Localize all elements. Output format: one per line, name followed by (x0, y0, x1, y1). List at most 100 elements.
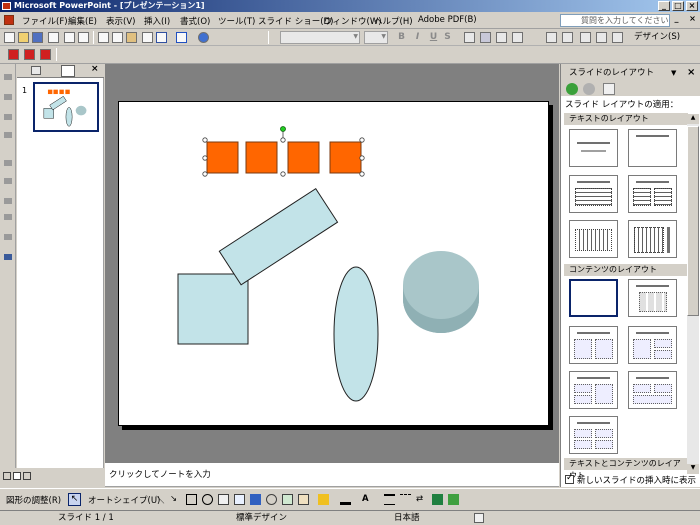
slideshow-icon[interactable] (23, 472, 31, 480)
print-preview-icon[interactable] (78, 32, 89, 43)
layout-vertical-title-text[interactable] (628, 220, 677, 258)
vertical-textbox-icon[interactable] (234, 494, 245, 505)
pdf-email-icon[interactable] (24, 49, 35, 60)
task-pane-scrollbar[interactable]: ▲ ▼ (687, 114, 699, 474)
ellipse[interactable] (333, 266, 379, 402)
layout-content-and-two-content[interactable] (628, 326, 677, 364)
menu-slideshow[interactable]: スライド ショー(D) (258, 15, 333, 27)
layout-blank[interactable] (569, 279, 618, 317)
pdf-convert-icon[interactable] (8, 49, 19, 60)
fill-color-icon[interactable] (318, 494, 329, 505)
new-icon[interactable] (4, 32, 15, 43)
orange-square-4[interactable] (329, 141, 362, 174)
menu-insert[interactable]: 挿入(I) (144, 15, 170, 27)
layout-title-two-content[interactable] (569, 326, 618, 364)
font-size-combo[interactable] (364, 31, 388, 44)
promote-icon[interactable] (4, 74, 12, 80)
show-formatting-icon[interactable] (4, 254, 12, 260)
chart-icon[interactable] (176, 32, 187, 43)
pdf-review-icon[interactable] (40, 49, 51, 60)
help-search-input[interactable]: 質問を入力してください (560, 14, 670, 27)
menu-file[interactable]: ファイル(F) (22, 15, 68, 27)
close-button[interactable]: × (686, 1, 698, 11)
orange-square-3[interactable] (287, 141, 320, 174)
checkbox-checked-icon[interactable] (565, 473, 574, 484)
decrease-font-icon[interactable] (596, 32, 607, 43)
forward-icon[interactable] (583, 83, 595, 95)
doc-close-button[interactable]: × (688, 14, 697, 24)
font-color-icon[interactable] (612, 32, 623, 43)
minimize-button[interactable]: _ (658, 1, 670, 11)
line-style-icon[interactable] (384, 494, 395, 505)
layout-two-column-text[interactable] (628, 175, 677, 213)
move-up-icon[interactable] (4, 114, 12, 120)
3d-style-icon[interactable] (448, 494, 459, 505)
slide-sorter-icon[interactable] (13, 472, 21, 480)
print-icon[interactable] (64, 32, 75, 43)
arrow-style-icon[interactable]: ⇄ (416, 494, 423, 504)
increase-font-icon[interactable] (580, 32, 591, 43)
document-icon[interactable] (4, 15, 14, 25)
numbering-icon[interactable] (546, 32, 557, 43)
collapse-all-icon[interactable] (4, 198, 12, 204)
arrow-icon[interactable]: ↘ (170, 494, 177, 504)
layout-title-only[interactable] (628, 129, 677, 167)
task-pane-close-icon[interactable]: × (687, 64, 695, 82)
align-center-icon[interactable] (480, 32, 491, 43)
back-icon[interactable] (566, 83, 578, 95)
justify-icon[interactable] (512, 32, 523, 43)
task-pane-dropdown-icon[interactable]: ▼ (671, 64, 676, 82)
summary-slide-icon[interactable] (4, 234, 12, 240)
move-down-icon[interactable] (4, 132, 12, 138)
help-icon[interactable] (198, 32, 209, 43)
expand-all-icon[interactable] (4, 214, 12, 220)
layout-title-and-text[interactable] (569, 175, 618, 213)
menu-format[interactable]: 書式(O) (180, 15, 210, 27)
expand-icon[interactable] (4, 178, 12, 184)
scroll-thumb[interactable] (687, 126, 699, 316)
doc-minimize-button[interactable]: _ (672, 14, 681, 24)
layout-title-slide[interactable] (569, 129, 618, 167)
bullets-icon[interactable] (562, 32, 573, 43)
slides-tab[interactable] (61, 65, 75, 77)
save-icon[interactable] (32, 32, 43, 43)
orange-square-1[interactable] (206, 141, 239, 174)
slide-thumbnail-1[interactable] (33, 82, 99, 132)
line-color-icon[interactable] (340, 494, 351, 505)
underline-icon[interactable]: U (428, 32, 439, 43)
notes-pane[interactable]: クリックしてノートを入力 (105, 462, 559, 487)
blue-square[interactable] (177, 273, 249, 345)
wordart-icon[interactable] (250, 494, 261, 505)
copy-icon[interactable] (112, 32, 123, 43)
menu-help[interactable]: ヘルプ(H) (374, 15, 413, 27)
rectangle-icon[interactable] (186, 494, 197, 505)
normal-view-icon[interactable] (3, 472, 11, 480)
dash-style-icon[interactable] (400, 494, 411, 505)
undo-icon[interactable] (156, 32, 167, 43)
outline-tab[interactable] (31, 66, 41, 75)
italic-icon[interactable]: I (412, 32, 423, 43)
open-icon[interactable] (18, 32, 29, 43)
maximize-button[interactable]: □ (672, 1, 684, 11)
menu-view[interactable]: 表示(V) (106, 15, 135, 27)
paste-icon[interactable] (126, 32, 137, 43)
menu-adobe-pdf[interactable]: Adobe PDF(B) (418, 15, 477, 25)
demote-icon[interactable] (4, 94, 12, 100)
font-combo[interactable] (280, 31, 360, 44)
format-painter-icon[interactable] (142, 32, 153, 43)
permission-icon[interactable] (48, 32, 59, 43)
select-objects-icon[interactable]: ↖ (68, 493, 81, 506)
menu-edit[interactable]: 編集(E) (68, 15, 97, 27)
textbox-icon[interactable] (218, 494, 229, 505)
scroll-down-icon[interactable]: ▼ (687, 464, 699, 474)
slide-canvas[interactable] (118, 101, 549, 426)
layout-content[interactable] (628, 279, 677, 317)
line-icon[interactable]: ＼ (156, 494, 165, 506)
scroll-up-icon[interactable]: ▲ (687, 114, 699, 124)
picture-icon[interactable] (298, 494, 309, 505)
layout-four-content[interactable] (569, 416, 618, 454)
cut-icon[interactable] (98, 32, 109, 43)
shadow-icon[interactable]: S (442, 32, 453, 43)
close-pane-icon[interactable]: × (91, 64, 99, 74)
shadow-style-icon[interactable] (432, 494, 443, 505)
